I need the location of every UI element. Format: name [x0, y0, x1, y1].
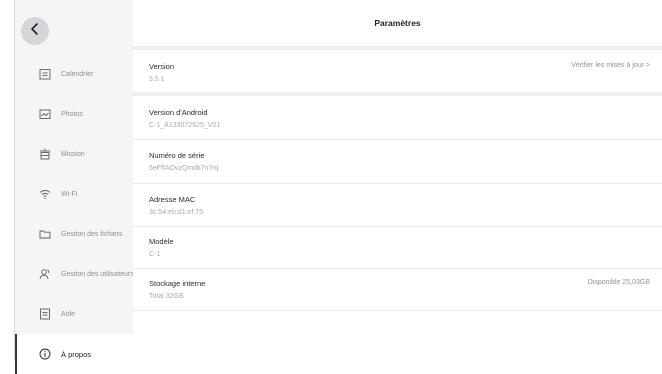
chevron-left-icon	[29, 22, 41, 41]
serial-value: 6eFffAOvzQmdk7n7rq	[149, 165, 219, 172]
sidebar-item-label: À propos	[61, 349, 92, 359]
check-updates-link[interactable]: Vérifier les mises à jour >	[571, 62, 650, 69]
setting-row-android: Version d'Android C-1_A133072625_V01	[133, 96, 662, 139]
mac-value: 3c:54:eb:d1:ef:75	[149, 209, 204, 216]
setting-row-mac: Adresse MAC 3c:54:eb:d1:ef:75	[133, 184, 662, 226]
mission-icon	[39, 148, 51, 160]
settings-window: Calendrier Photos Mission Wi-Fi Gestion …	[0, 0, 662, 374]
sidebar-item-photos[interactable]: Photos	[15, 94, 133, 134]
sidebar-item-files[interactable]: Gestion des fichiers	[15, 214, 133, 254]
back-button[interactable]	[21, 17, 49, 45]
sidebar-item-label: Photos	[61, 110, 83, 118]
setting-row-storage: Stockage interne Total 32GB Disponible 2…	[133, 269, 662, 310]
users-icon	[39, 268, 51, 280]
sidebar-item-label: Wi-Fi	[61, 190, 78, 198]
left-margin	[0, 0, 14, 359]
sidebar-item-label: Gestion des fichiers	[61, 230, 123, 238]
sidebar-item-label: Calendrier	[61, 70, 94, 78]
android-version-label: Version d'Android	[149, 108, 208, 117]
settings-panel: Paramètres Version 3.5.1 Vérifier les mi…	[133, 0, 662, 359]
storage-available-value: Disponible 25,03GB	[587, 279, 650, 286]
sidebar-item-mission[interactable]: Mission	[15, 134, 133, 174]
sidebar-item-label: Aide	[61, 310, 76, 318]
sidebar-item-label: Gestion des utilisateurs	[61, 270, 134, 278]
android-version-value: C-1_A133072625_V01	[149, 122, 221, 129]
sidebar-item-help[interactable]: Aide	[15, 294, 133, 334]
model-label: Modèle	[149, 237, 174, 246]
active-indicator	[15, 334, 17, 374]
storage-label: Stockage interne	[149, 279, 206, 288]
setting-row-serial: Numéro de série 6eFffAOvzQmdk7n7rq	[133, 140, 662, 183]
folder-icon	[39, 228, 51, 240]
version-label: Version	[149, 62, 175, 71]
model-value: C-1	[149, 251, 161, 258]
setting-row-version: Version 3.5.1 Vérifier les mises à jour …	[133, 50, 662, 92]
sidebar-item-calendar[interactable]: Calendrier	[15, 54, 133, 94]
wifi-icon	[39, 188, 51, 200]
calendar-icon	[39, 68, 51, 80]
mac-label: Adresse MAC	[149, 195, 196, 204]
sidebar-item-label: Mission	[61, 150, 85, 158]
sidebar-item-wifi[interactable]: Wi-Fi	[15, 174, 133, 214]
setting-row-model: Modèle C-1	[133, 227, 662, 268]
sidebar-item-about[interactable]: À propos	[15, 334, 133, 374]
serial-label: Numéro de série	[149, 151, 205, 160]
row-divider	[133, 310, 662, 311]
help-icon	[39, 308, 51, 320]
sidebar-item-users[interactable]: Gestion des utilisateurs	[15, 254, 134, 294]
page-title: Paramètres	[374, 18, 421, 28]
photo-icon	[39, 108, 51, 120]
storage-total-value: Total 32GB	[149, 293, 184, 300]
version-value: 3.5.1	[149, 76, 165, 83]
info-icon	[39, 348, 51, 360]
